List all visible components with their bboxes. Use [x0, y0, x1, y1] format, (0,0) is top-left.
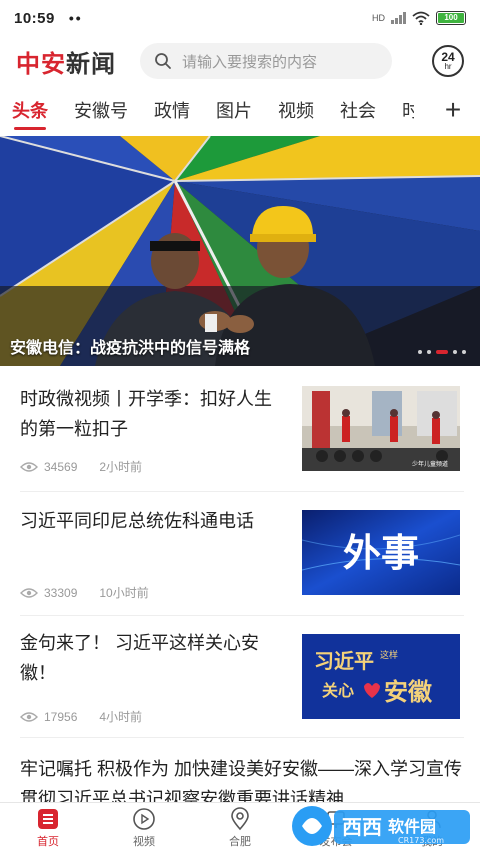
status-icons: HD 100	[372, 11, 466, 25]
thumb-text: 外事	[343, 531, 419, 575]
thumb-line3: 安徽	[384, 677, 433, 706]
play-icon	[133, 808, 155, 830]
news-item[interactable]: 时政微视频丨开学季：扣好人生的第一粒扣子 34569 2小时前 少年儿童频道	[20, 384, 464, 492]
nav-hefei-label: 合肥	[229, 836, 251, 848]
news-meta: 33309 10小时前	[20, 584, 149, 601]
banner-image	[0, 136, 480, 366]
view-count: 33309	[44, 585, 78, 600]
banner-carousel[interactable]: 安徽电信：战疫抗洪中的信号满格	[0, 136, 480, 366]
watermark-url: CR173.com	[398, 836, 444, 845]
watermark-text2: 软件园	[388, 817, 436, 836]
tab-politics[interactable]: 政情	[154, 88, 190, 134]
search-icon	[155, 53, 171, 69]
logo-part1: 中安	[16, 50, 66, 78]
battery-icon: 100	[436, 11, 466, 25]
tab-headlines[interactable]: 头条	[12, 88, 48, 134]
status-bar: 10:59 •• HD 100	[0, 0, 480, 36]
news-title: 时政微视频丨开学季：扣好人生的第一粒扣子	[20, 389, 272, 439]
banner-caption: 安徽电信：战疫抗洪中的信号满格	[10, 340, 251, 357]
view-count: 34569	[44, 459, 78, 474]
carousel-dot	[427, 350, 431, 354]
publish-time: 10小时前	[99, 586, 149, 600]
view-count: 17956	[44, 709, 78, 724]
news-meta: 34569 2小时前	[20, 458, 142, 475]
news-meta: 17956 4小时前	[20, 708, 142, 725]
watermark-text1: 西西	[342, 815, 382, 839]
nav-video-label: 视频	[133, 836, 155, 848]
tab-video[interactable]: 视频	[278, 88, 314, 134]
publish-time: 4小时前	[99, 710, 143, 724]
thumb-line1: 习近平	[314, 649, 374, 673]
news-thumbnail: 外事	[302, 510, 460, 595]
nav-home[interactable]: 首页	[0, 803, 96, 853]
carousel-dot-active	[436, 350, 448, 354]
thumb-small: 这样	[380, 649, 398, 661]
search-placeholder: 请输入要搜索的内容	[182, 53, 318, 71]
nav-hefei[interactable]: 合肥	[192, 803, 288, 853]
tab-pictures[interactable]: 图片	[216, 88, 252, 134]
battery-level: 100	[438, 13, 464, 23]
news-title: 金句来了！ 习近平这样关心安徽！	[20, 633, 259, 683]
category-tabs: 头条 安徽号 政情 图片 视频 社会 时	[0, 88, 480, 134]
tab-society[interactable]: 社会	[340, 88, 376, 134]
news-item[interactable]: 牢记嘱托 积极作为 加快建设美好安徽——深入学习宣传贯彻习近平总书记视察安徽重要…	[20, 750, 464, 802]
tab-partial[interactable]: 时	[402, 88, 414, 134]
news-thumbnail: 少年儿童频道	[302, 386, 460, 471]
notification-dots: ••	[68, 10, 83, 26]
signal-icon	[391, 12, 406, 24]
news-title: 牢记嘱托 积极作为 加快建设美好安徽——深入学习宣传贯彻习近平总书记视察安徽重要…	[20, 759, 462, 802]
carousel-dot	[453, 350, 457, 354]
search-input[interactable]: 请输入要搜索的内容	[140, 43, 392, 79]
nav-video[interactable]: 视频	[96, 803, 192, 853]
carousel-indicator	[418, 350, 466, 354]
tab-anhui-hao[interactable]: 安徽号	[74, 88, 128, 134]
status-time: 10:59	[14, 9, 55, 27]
add-tab-button[interactable]: +	[438, 88, 468, 134]
news-item[interactable]: 金句来了！ 习近平这样关心安徽！ 17956 4小时前 习近平 这样 关心 安徽	[20, 616, 464, 738]
24hr-button[interactable]: 24 hr	[432, 45, 464, 77]
eye-icon	[20, 587, 38, 598]
nav-home-label: 首页	[37, 836, 59, 848]
eye-icon	[20, 711, 38, 722]
wifi-icon	[412, 11, 430, 25]
app-logo: 中安新闻	[16, 44, 116, 79]
news-title: 习近平同印尼总统佐科通电话	[20, 511, 254, 531]
logo-part2: 新闻	[66, 50, 116, 78]
thumb-caption: 少年儿童频道	[412, 460, 448, 468]
news-item[interactable]: 习近平同印尼总统佐科通电话 33309 10小时前 外事	[20, 492, 464, 616]
watermark-logo: 西西 软件园 CR173.com	[288, 800, 474, 850]
app-header: 中安新闻 请输入要搜索的内容 24 hr	[0, 36, 480, 86]
publish-time: 2小时前	[99, 460, 143, 474]
eye-icon	[20, 461, 38, 472]
news-thumbnail: 习近平 这样 关心 安徽	[302, 634, 460, 719]
signal-hd-label: HD	[372, 13, 385, 23]
24hr-unit: hr	[444, 62, 452, 71]
home-icon	[38, 809, 58, 829]
location-icon	[231, 807, 249, 831]
thumb-line2: 关心	[322, 681, 354, 700]
carousel-dot	[462, 350, 466, 354]
carousel-dot	[418, 350, 422, 354]
